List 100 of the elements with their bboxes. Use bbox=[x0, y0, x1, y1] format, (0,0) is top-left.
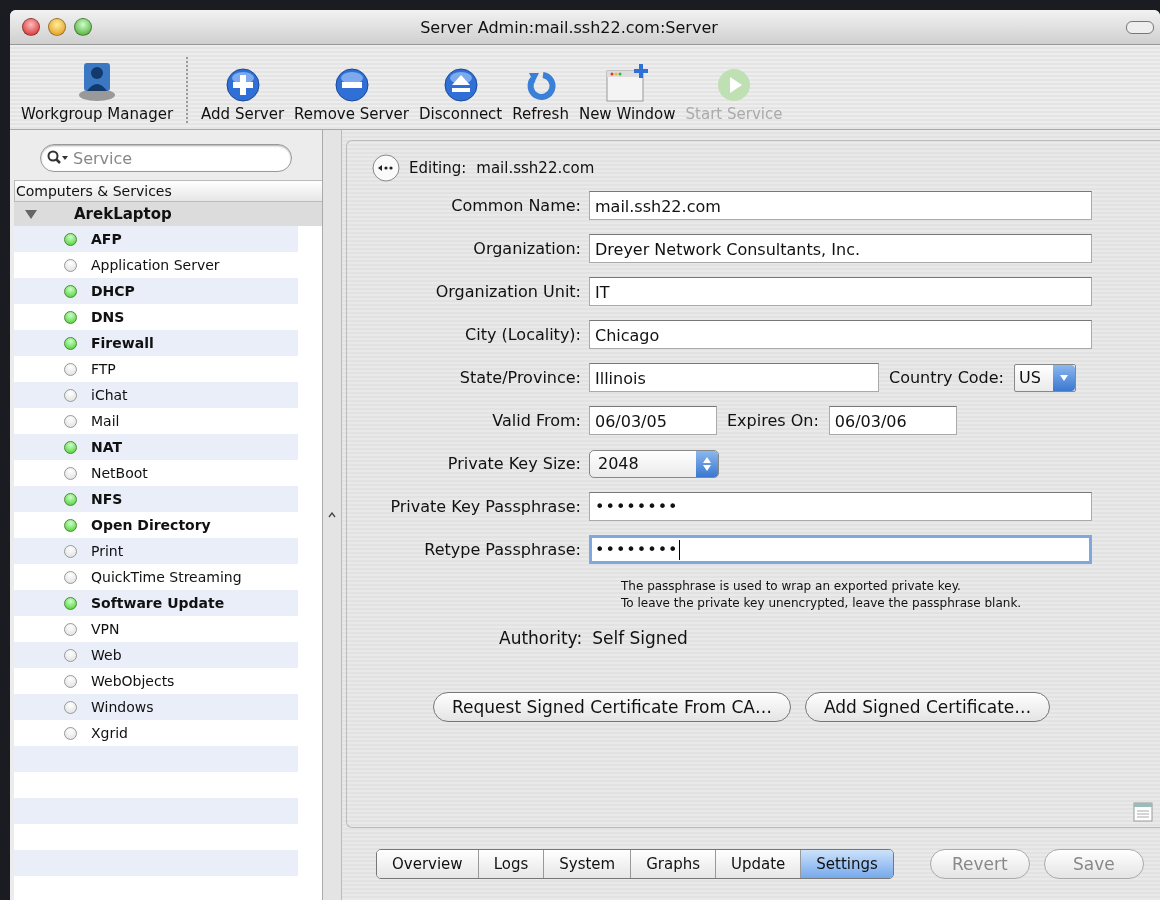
service-name: Open Directory bbox=[91, 517, 211, 533]
splitter-handle-icon[interactable] bbox=[328, 512, 336, 518]
service-row[interactable]: DNS bbox=[14, 304, 298, 330]
service-row[interactable]: Mail bbox=[14, 408, 298, 434]
service-row[interactable]: Xgrid bbox=[14, 720, 298, 746]
close-button[interactable] bbox=[22, 18, 40, 36]
stepper-arrows-icon bbox=[696, 450, 718, 477]
zoom-button[interactable] bbox=[74, 18, 92, 36]
tab[interactable]: System bbox=[544, 850, 632, 878]
service-name: Web bbox=[91, 647, 122, 663]
service-row[interactable]: Print bbox=[14, 538, 298, 564]
window-title: Server Admin:mail.ssh22.com:Server bbox=[419, 17, 719, 37]
play-icon bbox=[715, 67, 752, 103]
back-button[interactable] bbox=[371, 153, 401, 183]
computer-name: ArekLaptop bbox=[74, 205, 172, 223]
hint-text: To leave the private key unencrypted, leave the passphrase blank. bbox=[621, 595, 1023, 612]
text-field[interactable]: Illinois bbox=[589, 363, 879, 392]
service-name: DNS bbox=[91, 309, 125, 325]
service-row[interactable]: iChat bbox=[14, 382, 298, 408]
authority-label: Authority: bbox=[499, 628, 583, 648]
service-name: iChat bbox=[91, 387, 128, 403]
editing-label: Editing: bbox=[409, 159, 467, 177]
password-field[interactable]: •••••••• bbox=[589, 492, 1092, 521]
service-row[interactable]: Open Directory bbox=[14, 512, 298, 538]
hint-text: The passphrase is used to wrap an exported private key. bbox=[621, 578, 962, 595]
service-name: NFS bbox=[91, 491, 123, 507]
service-row[interactable]: Windows bbox=[14, 694, 298, 720]
toolbar-button[interactable]: Disconnect bbox=[415, 67, 506, 123]
service-name: AFP bbox=[91, 231, 122, 247]
service-name: Software Update bbox=[91, 595, 225, 611]
service-row[interactable]: NetBoot bbox=[14, 460, 298, 486]
service-row[interactable]: Software Update bbox=[14, 590, 298, 616]
authority-value: Self Signed bbox=[592, 628, 688, 648]
service-name: Xgrid bbox=[91, 725, 128, 741]
service-name: FTP bbox=[91, 361, 116, 377]
service-row[interactable]: VPN bbox=[14, 616, 298, 642]
field-label: Private Key Passphrase: bbox=[389, 497, 581, 516]
plus-icon bbox=[224, 67, 261, 103]
field-label: Common Name: bbox=[450, 196, 581, 215]
search-field[interactable]: Service bbox=[40, 144, 292, 172]
service-name: WebObjects bbox=[91, 673, 175, 689]
toolbar-button[interactable]: Workgroup Manager bbox=[18, 57, 177, 123]
toolbar-button[interactable]: New Window bbox=[575, 63, 679, 123]
service-name: Windows bbox=[91, 699, 154, 715]
disclosure-triangle-icon[interactable] bbox=[24, 208, 38, 220]
certificate-button[interactable]: Add Signed Certificate… bbox=[804, 692, 1051, 722]
tab[interactable]: Settings bbox=[801, 850, 893, 878]
text-field[interactable]: IT bbox=[589, 277, 1092, 306]
editing-value: mail.ssh22.com bbox=[476, 159, 595, 177]
toolbar-button[interactable]: Remove Server bbox=[291, 67, 412, 123]
text-field[interactable]: Dreyer Network Consultants, Inc. bbox=[589, 234, 1092, 263]
password-field[interactable]: •••••••• bbox=[589, 535, 1092, 564]
country-code-popup[interactable]: US bbox=[1014, 363, 1076, 392]
toolbar-button[interactable]: Add Server bbox=[198, 67, 288, 123]
toolbar-toggle-button[interactable] bbox=[1126, 20, 1154, 34]
eject-icon bbox=[442, 67, 479, 103]
service-row[interactable]: DHCP bbox=[14, 278, 298, 304]
service-row[interactable]: NFS bbox=[14, 486, 298, 512]
service-name: NetBoot bbox=[91, 465, 148, 481]
certificate-button[interactable]: Request Signed Certificate From CA… bbox=[433, 692, 791, 722]
service-name: NAT bbox=[91, 439, 122, 455]
key-size-popup[interactable]: 2048 bbox=[589, 449, 719, 478]
field-label: City (Locality): bbox=[464, 325, 581, 344]
service-row[interactable]: NAT bbox=[14, 434, 298, 460]
tab[interactable]: Logs bbox=[478, 850, 545, 878]
new-window-icon bbox=[604, 63, 651, 103]
service-name: Mail bbox=[91, 413, 120, 429]
field-label: Valid From: bbox=[491, 411, 581, 430]
toolbar-button[interactable]: Refresh bbox=[509, 67, 572, 123]
field-label: Country Code: bbox=[889, 368, 1004, 387]
service-name: DHCP bbox=[91, 283, 135, 299]
text-field[interactable]: Chicago bbox=[589, 320, 1092, 349]
tab[interactable]: Overview bbox=[377, 850, 479, 878]
service-row[interactable]: AFP bbox=[14, 226, 298, 252]
field-label: Retype Passphrase: bbox=[423, 540, 581, 559]
service-row[interactable]: FTP bbox=[14, 356, 298, 382]
field-label: Expires On: bbox=[727, 411, 819, 430]
service-row[interactable]: WebObjects bbox=[14, 668, 298, 694]
service-name: Firewall bbox=[91, 335, 154, 351]
service-row[interactable]: Application Server bbox=[14, 252, 298, 278]
service-name: Print bbox=[91, 543, 124, 559]
computer-row[interactable]: ArekLaptop bbox=[14, 202, 322, 226]
tab[interactable]: Update bbox=[716, 850, 802, 878]
service-name: QuickTime Streaming bbox=[91, 569, 242, 585]
minimize-button[interactable] bbox=[48, 18, 66, 36]
date-field[interactable]: 06/03/06 bbox=[828, 406, 957, 435]
search-icon bbox=[47, 150, 69, 166]
field-label: State/Province: bbox=[458, 368, 581, 387]
service-row[interactable]: Web bbox=[14, 642, 298, 668]
service-row[interactable]: Firewall bbox=[14, 330, 298, 356]
tab[interactable]: Graphs bbox=[631, 850, 716, 878]
column-header: Computers & Services bbox=[14, 180, 322, 202]
field-label: Private Key Size: bbox=[446, 454, 581, 473]
text-field[interactable]: mail.ssh22.com bbox=[589, 191, 1092, 220]
service-name: VPN bbox=[91, 621, 120, 637]
date-field[interactable]: 06/03/05 bbox=[589, 406, 717, 435]
service-row[interactable]: QuickTime Streaming bbox=[14, 564, 298, 590]
field-label: Organization: bbox=[472, 239, 581, 258]
minus-icon bbox=[333, 67, 370, 103]
field-label: Organization Unit: bbox=[434, 282, 581, 301]
